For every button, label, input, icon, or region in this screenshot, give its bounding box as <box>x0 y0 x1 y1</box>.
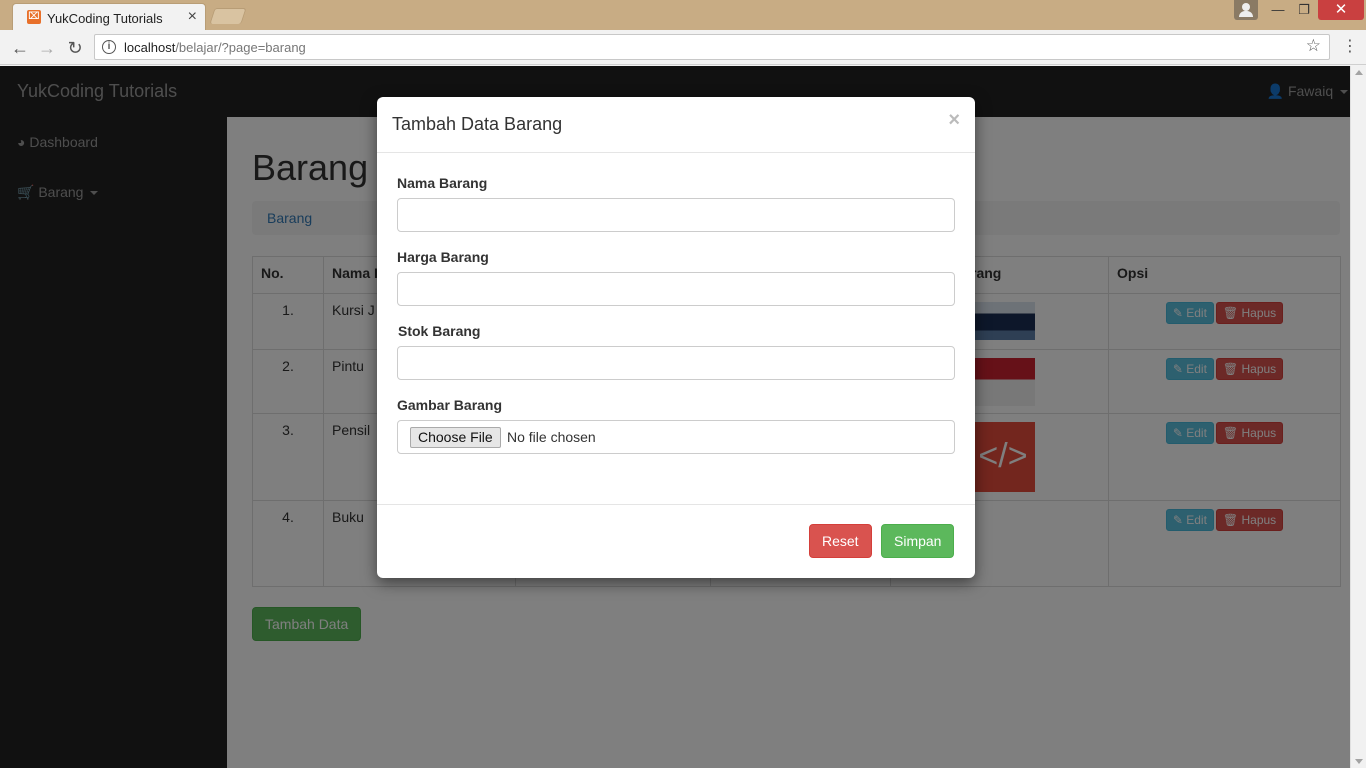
harga-barang-label: Harga Barang <box>397 249 489 265</box>
gambar-barang-label: Gambar Barang <box>397 397 503 413</box>
xampp-favicon-icon: ⌧ <box>27 10 41 24</box>
minimize-icon[interactable]: — <box>1266 0 1290 22</box>
new-tab-button[interactable] <box>209 8 247 24</box>
modal-title: Tambah Data Barang <box>392 114 563 134</box>
tambah-barang-modal: Tambah Data Barang × Nama Barang Harga B… <box>377 97 975 578</box>
nama-barang-input[interactable] <box>397 198 955 232</box>
reset-button[interactable]: Reset <box>809 524 872 558</box>
choose-file-button[interactable]: Choose File <box>410 427 501 448</box>
modal-close-icon[interactable]: × <box>948 109 960 132</box>
address-bar[interactable]: i localhost/belajar/?page=barang ☆ <box>94 34 1330 60</box>
restore-icon[interactable]: ❐ <box>1292 0 1316 22</box>
stok-barang-label: Stok Barang <box>398 323 481 339</box>
browser-menu-icon[interactable]: ⋮ <box>1342 36 1358 56</box>
modal-footer: Reset Simpan <box>377 504 975 578</box>
file-status-text: No file chosen <box>507 429 596 445</box>
simpan-button[interactable]: Simpan <box>881 524 955 558</box>
web-page: YukCoding Tutorials 👤 Fawaiq ◕ Dashboard… <box>0 66 1366 768</box>
tab-title: YukCoding Tutorials <box>47 11 163 26</box>
window-close-icon[interactable]: ✕ <box>1318 0 1364 20</box>
browser-tab-active[interactable]: ⌧ YukCoding Tutorials × <box>12 3 206 31</box>
profile-icon[interactable] <box>1234 0 1258 20</box>
bookmark-star-icon[interactable]: ☆ <box>1306 36 1321 56</box>
reload-icon[interactable]: ↻ <box>62 35 88 61</box>
url-path: /belajar/?page=barang <box>175 40 306 55</box>
nama-barang-label: Nama Barang <box>397 175 488 191</box>
gambar-barang-file-input[interactable]: Choose File No file chosen <box>397 420 955 454</box>
url-text: localhost/belajar/?page=barang <box>124 40 306 55</box>
harga-barang-input[interactable] <box>397 272 955 306</box>
browser-toolbar: ← → ↻ i localhost/belajar/?page=barang ☆… <box>0 30 1366 65</box>
scroll-down-icon[interactable] <box>1355 759 1363 764</box>
back-arrow-icon[interactable]: ← <box>7 35 33 61</box>
page-scrollbar[interactable] <box>1350 66 1366 768</box>
browser-tabstrip: ⌧ YukCoding Tutorials × — ❐ ✕ <box>0 0 1366 31</box>
scroll-up-icon[interactable] <box>1355 70 1363 75</box>
stok-barang-input[interactable] <box>397 346 955 380</box>
modal-header: Tambah Data Barang × <box>377 97 975 153</box>
forward-arrow-icon[interactable]: → <box>34 35 60 61</box>
url-host: localhost <box>124 40 176 55</box>
tab-close-icon[interactable]: × <box>188 8 197 26</box>
info-icon[interactable]: i <box>102 40 116 54</box>
